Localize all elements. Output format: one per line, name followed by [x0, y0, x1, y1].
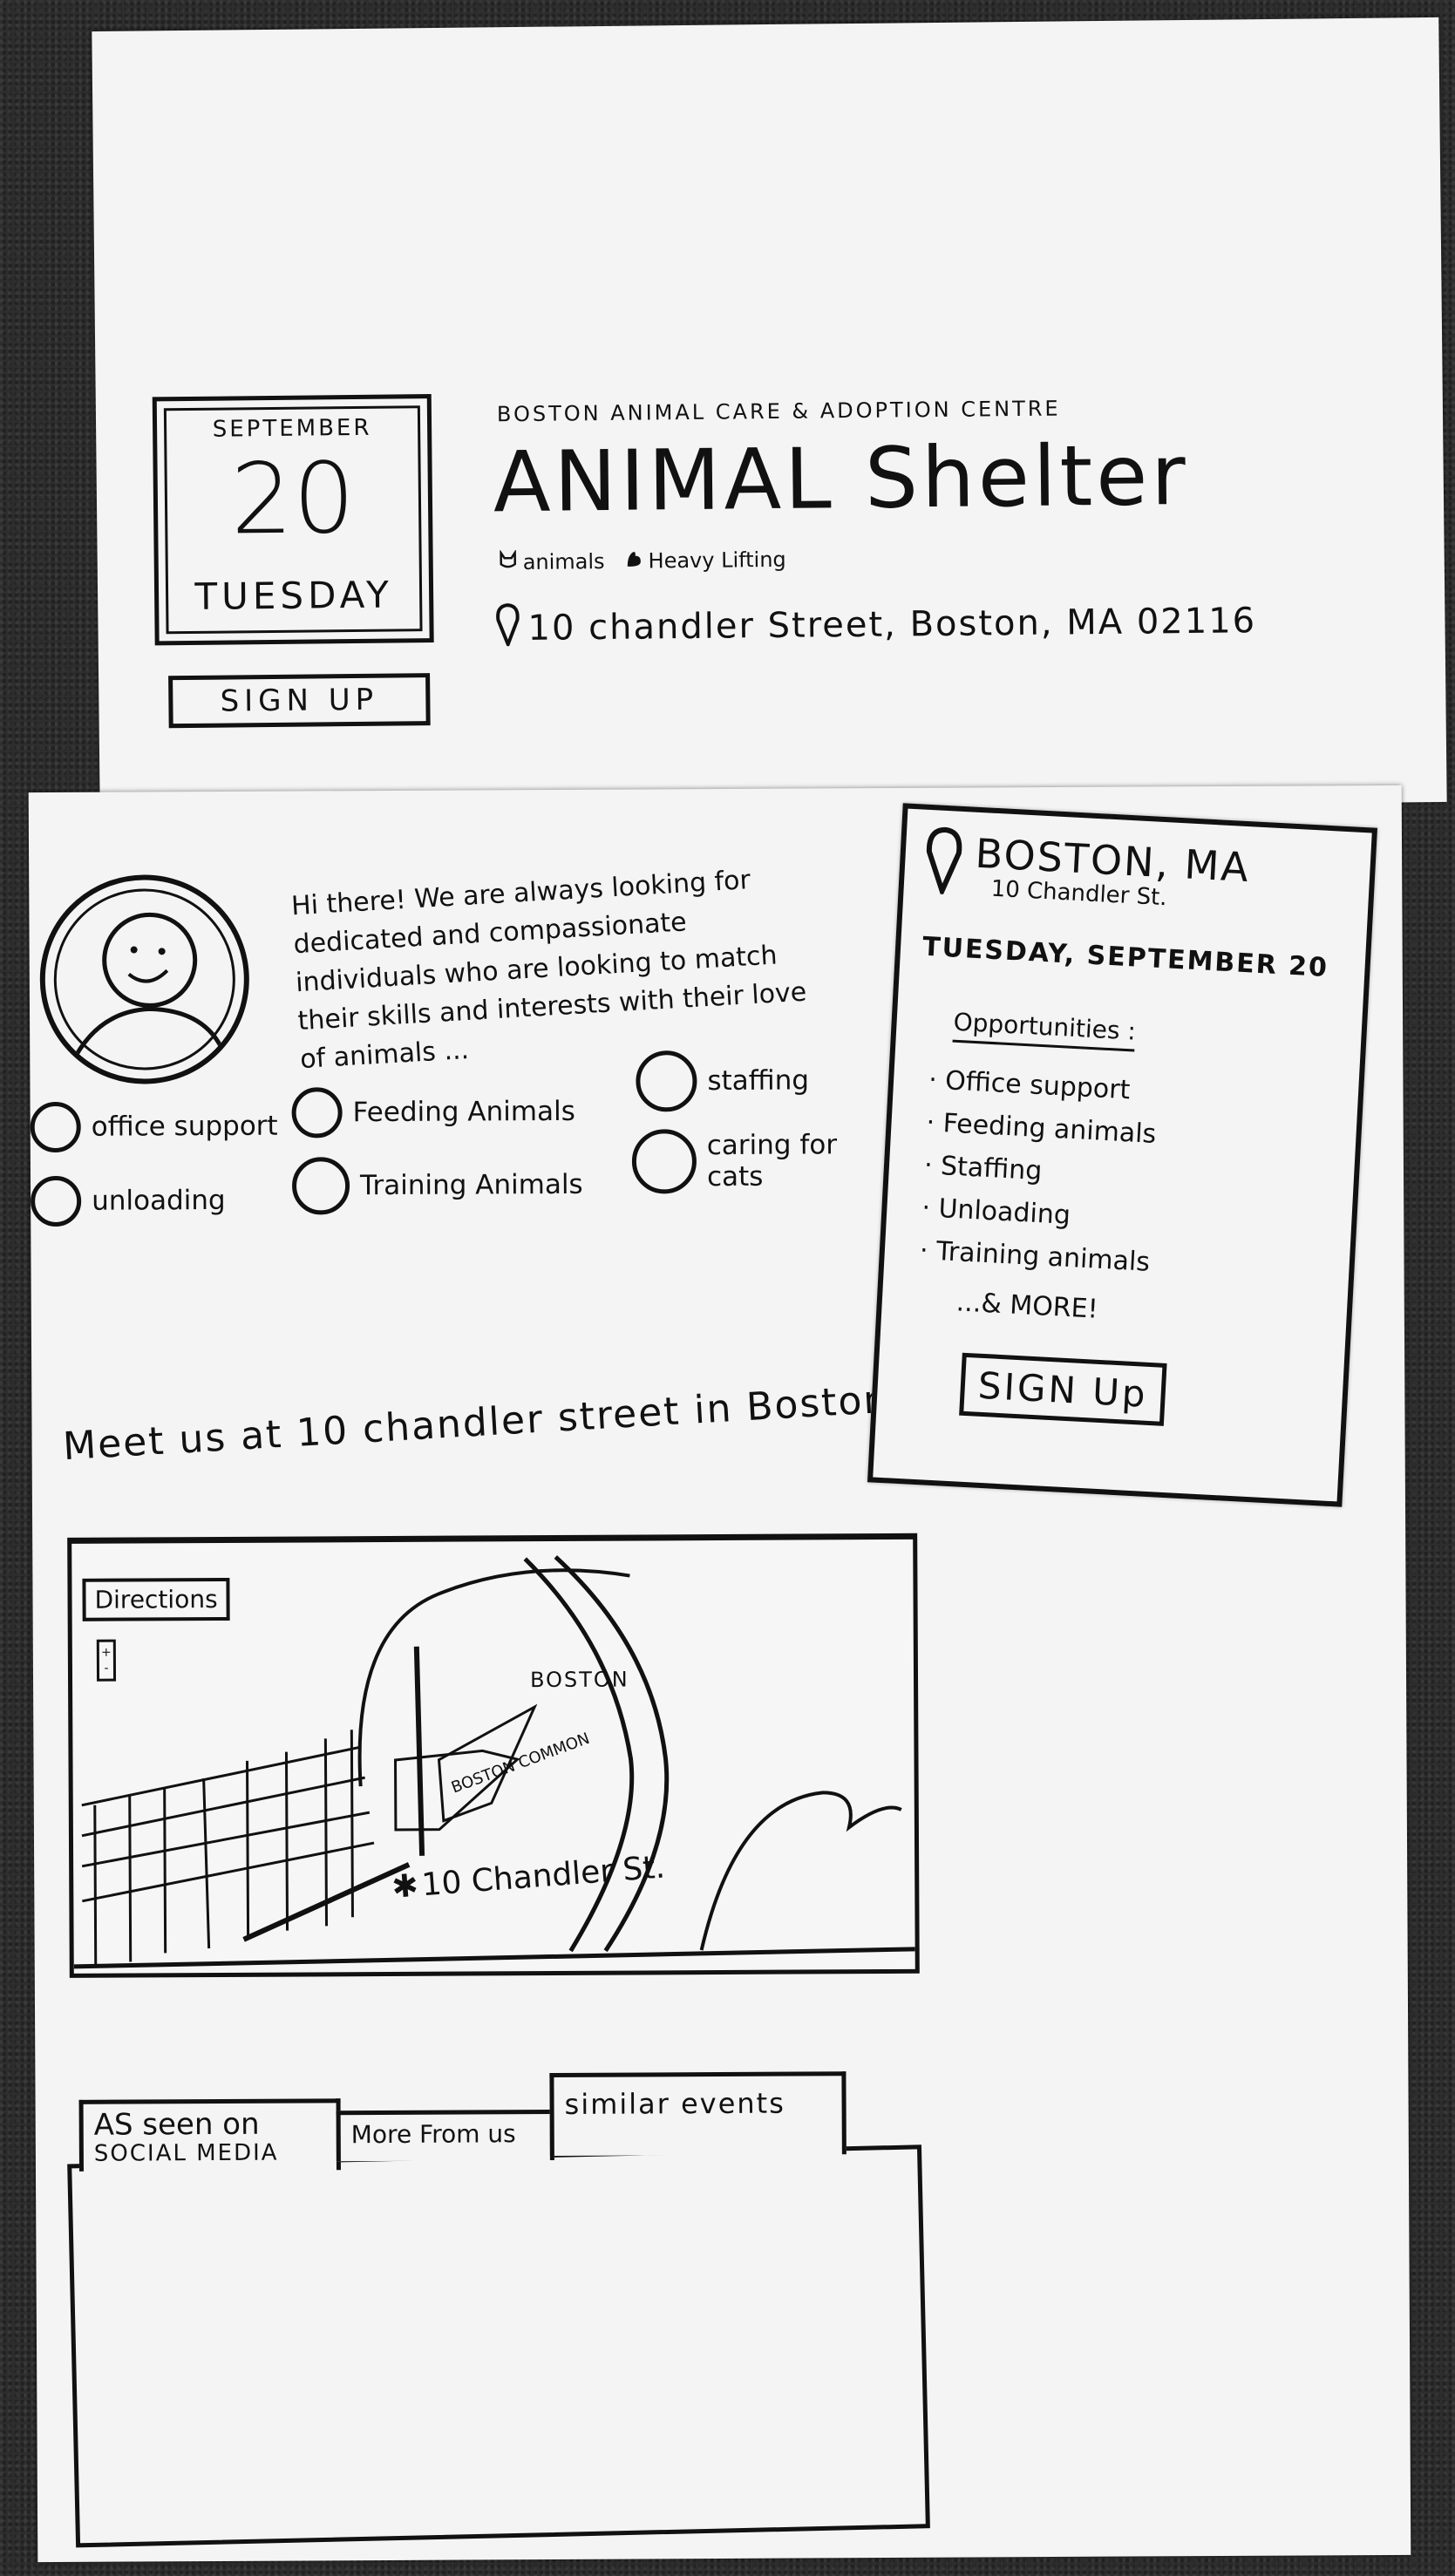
map-city-label: BOSTON [529, 1667, 629, 1693]
zoom-out-icon[interactable]: - [104, 1661, 108, 1676]
location-pin-icon [922, 826, 964, 899]
cat-icon [499, 548, 518, 574]
option-unloading[interactable]: unloading [31, 1175, 226, 1227]
content-tabs: AS seen on SOCIAL MEDIA More From us sim… [67, 2071, 945, 2548]
radio-button[interactable] [30, 1101, 81, 1153]
card-date: TUESDAY, SEPTEMBER 20 [921, 931, 1329, 984]
option-staffing[interactable]: staffing [636, 1050, 809, 1112]
event-address: 10 chandler Street, Boston, MA 02116 [494, 595, 1256, 655]
tab-social-media[interactable]: AS seen on SOCIAL MEDIA [78, 2098, 341, 2172]
radio-button[interactable] [31, 1175, 82, 1227]
option-office-support[interactable]: office support [30, 1101, 278, 1153]
tag-heavy-lifting: Heavy Lifting [623, 547, 786, 574]
intro-text: Hi there! We are always looking for dedi… [290, 865, 808, 1076]
opportunities-heading: Opportunities : [952, 1007, 1137, 1052]
radio-button[interactable] [291, 1087, 343, 1138]
card-signup-button[interactable]: SIGN Up [959, 1352, 1167, 1426]
opportunities-more: ...& MORE! [955, 1287, 1099, 1325]
option-training-animals[interactable]: Training Animals [291, 1156, 583, 1215]
event-tags: animals Heavy Lifting [499, 547, 786, 574]
date-weekday: TUESDAY [194, 573, 394, 618]
signup-button[interactable]: SIGN UP [168, 673, 431, 729]
option-caring-for-cats[interactable]: caring for cats [631, 1128, 859, 1194]
avatar [39, 873, 250, 1085]
event-header-sheet: SEPTEMBER 20 TUESDAY SIGN UP BOSTON ANIM… [92, 17, 1447, 817]
organization-name: BOSTON ANIMAL CARE & ADOPTION CENTRE [496, 396, 1061, 427]
arm-icon [623, 549, 643, 574]
radio-button[interactable] [291, 1157, 350, 1215]
tag-animals: animals [499, 548, 605, 574]
date-card: SEPTEMBER 20 TUESDAY [152, 394, 434, 646]
date-month: SEPTEMBER [212, 414, 372, 443]
meet-us-heading: Meet us at 10 chandler street in Boston! [61, 1376, 908, 1470]
event-summary-card: BOSTON, MA 10 Chandler St. TUESDAY, SEPT… [867, 803, 1378, 1507]
asterisk-marker-icon: ✱ [391, 1867, 420, 1906]
zoom-control[interactable]: + - [96, 1639, 117, 1682]
opportunities-list: Office support Feeding animals Staffing … [919, 1058, 1160, 1283]
option-feeding-animals[interactable]: Feeding Animals [291, 1086, 575, 1138]
event-title: ANIMAL Shelter [493, 425, 1190, 532]
location-pin-icon [494, 602, 521, 655]
tab-more-from-us[interactable]: More From us [336, 2110, 554, 2162]
date-day: 20 [230, 441, 356, 557]
tab-similar-events[interactable]: similar events [549, 2071, 846, 2157]
radio-button[interactable] [631, 1129, 697, 1194]
tab-content-panel [67, 2144, 930, 2548]
zoom-in-icon[interactable]: + [101, 1645, 112, 1661]
smiley-avatar-icon [70, 912, 227, 1064]
radio-button[interactable] [636, 1050, 697, 1112]
location-map[interactable]: Directions + - BOSTON BOSTON COMMON ✱ 10… [67, 1533, 920, 1978]
directions-button[interactable]: Directions [82, 1577, 230, 1621]
